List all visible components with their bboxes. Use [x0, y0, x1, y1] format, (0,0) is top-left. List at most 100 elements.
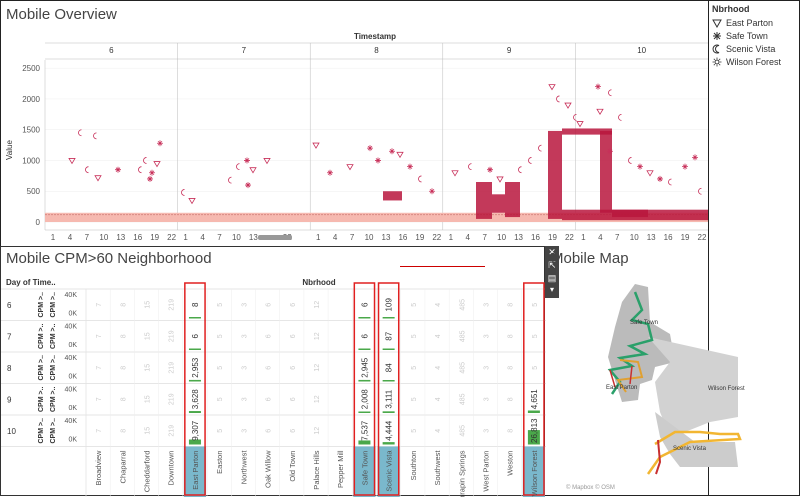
cpm-faint-label: 4 [435, 429, 442, 433]
nbrhood-column-label[interactable]: Wilson Forest [530, 450, 539, 497]
x-tick-label: 1 [581, 233, 586, 242]
nbrhood-column-label[interactable]: Pepper Mill [336, 450, 345, 488]
map-label-safe-town: Safe Town [630, 320, 658, 326]
point-east-parton [313, 143, 319, 148]
cpm-bar [383, 317, 395, 319]
nbrhood-column-label[interactable]: Scenic Vista [385, 450, 394, 492]
cpm-axis-label: CPM >.. [50, 386, 57, 412]
nbrhood-column-label[interactable]: Northwest [239, 450, 248, 485]
point-safe-town [375, 157, 381, 163]
map-label-scenic-vista: Scenic Vista [673, 446, 707, 452]
legend-label: East Parton [726, 18, 773, 28]
point-east-parton [154, 162, 160, 167]
nbrhood-column-label[interactable]: Downtown [167, 451, 176, 486]
asterisk-icon [712, 31, 722, 41]
cpm-faint-label: 6 [266, 397, 273, 401]
cpm-chart[interactable]: Day of Time.. Nbrhood 640K0KCPM >..CPM >… [1, 247, 546, 497]
cpm-faint-label: 4 [435, 397, 442, 401]
x-tick-label: 22 [432, 233, 441, 242]
y-tick-label: 500 [27, 187, 41, 196]
cpm-value-label: 6 [191, 333, 200, 338]
legend-item-wilson-forest[interactable]: Wilson Forest [708, 55, 800, 68]
cpm-faint-label: 8 [508, 303, 515, 307]
nbrhood-column-label[interactable]: Oak Willow [264, 450, 273, 488]
point-east-parton [452, 171, 458, 176]
nbrhood-column-label[interactable]: Safe Town [360, 451, 369, 486]
cpm-faint-label: 8 [120, 334, 127, 338]
x-tick-label: 4 [598, 233, 603, 242]
cpm-faint-label: 5 [532, 334, 539, 338]
point-east-parton [549, 85, 555, 90]
cpm-value-label: 6 [360, 302, 369, 307]
point-east-parton [597, 109, 603, 114]
nbrhood-column-label[interactable]: Terrapin Springs [457, 450, 466, 497]
nbrhood-column-label[interactable]: Old Town [288, 451, 297, 482]
x-tick-label: 13 [647, 233, 656, 242]
nbrhood-column-label[interactable]: Easton [215, 451, 224, 474]
nbrhood-column-label[interactable]: Weston [506, 451, 515, 476]
nbrhood-column-label[interactable]: Palace Hills [312, 450, 321, 489]
bars-icon[interactable]: ▤ [545, 272, 559, 285]
day-row-label: 6 [7, 301, 12, 310]
cpm-faint-label: 7 [96, 334, 103, 338]
cpm-faint-label: 219 [169, 393, 176, 405]
point-scenic-vista [94, 133, 97, 139]
nbrhood-column-label[interactable]: East Parton [191, 451, 200, 490]
dense-mark-cluster [600, 131, 612, 213]
point-safe-town [244, 157, 250, 163]
cpm-bar [189, 349, 201, 351]
point-scenic-vista [519, 167, 522, 173]
dense-mark-cluster [562, 210, 708, 220]
nbrhood-column-label[interactable]: Chaparral [118, 450, 127, 483]
nbrhood-column-label[interactable]: Broadview [94, 450, 103, 486]
x-tick-label: 13 [249, 233, 258, 242]
more-options-icon[interactable]: ▾ [547, 285, 557, 295]
nbrhood-column-label[interactable]: Southwest [433, 450, 442, 486]
x-tick-label: 4 [68, 233, 73, 242]
legend-item-safe-town[interactable]: Safe Town [708, 29, 800, 42]
cpm-bar [358, 412, 370, 414]
overview-chart[interactable]: Timestamp Value 05001000150020002500 678… [0, 0, 708, 246]
cpm-axis-label: CPM >.. [50, 292, 57, 318]
point-safe-town [245, 182, 251, 188]
neighborhood-map[interactable]: Safe Town East Parton Wilson Forest Scen… [560, 262, 800, 497]
cpm-faint-label: 4 [435, 303, 442, 307]
cpm-faint-label: 6 [290, 303, 297, 307]
horizontal-scrollbar[interactable] [258, 235, 292, 240]
nbrhood-column-label[interactable]: Southton [409, 451, 418, 481]
y-tick-label: 2000 [22, 95, 40, 104]
cpm-neighborhood-panel: Mobile CPM>60 Neighborhood Day of Time..… [0, 246, 545, 496]
x-tick-label: 16 [133, 233, 142, 242]
point-scenic-vista [539, 145, 542, 151]
cpm-y-tick: 40K [65, 292, 78, 299]
cpm-faint-label: 8 [508, 429, 515, 433]
legend-title: Nbrhood [708, 0, 800, 16]
timestamp-header: Timestamp [354, 32, 396, 41]
x-tick-label: 22 [698, 233, 707, 242]
cpm-faint-label: 12 [314, 427, 321, 435]
legend-item-east-parton[interactable]: East Parton [708, 16, 800, 29]
point-scenic-vista [182, 189, 185, 195]
nbrhood-column-label[interactable]: West Parton [481, 451, 490, 492]
legend-item-scenic-vista[interactable]: Scenic Vista [708, 42, 800, 55]
point-safe-town [367, 145, 373, 151]
nbrhood-column-header: Nbrhood [302, 278, 335, 287]
sun-icon [712, 57, 722, 67]
point-scenic-vista [619, 114, 622, 120]
cpm-value-label: 2,953 [191, 357, 200, 378]
cpm-faint-label: 5 [411, 397, 418, 401]
cpm-faint-label: 3 [483, 429, 490, 433]
cpm-faint-label: 8 [508, 334, 515, 338]
map-route-red-south [656, 440, 660, 474]
cpm-bar [189, 317, 201, 319]
cpm-axis-label: CPM >.. [38, 386, 45, 412]
cpm-y-tick: 0K [68, 311, 77, 318]
y-tick-label: 1500 [22, 126, 40, 135]
nbrhood-column-label[interactable]: Cheddarford [143, 451, 152, 493]
point-safe-town [682, 164, 688, 170]
cpm-faint-label: 7 [96, 397, 103, 401]
point-east-parton [69, 158, 75, 163]
cpm-faint-label: 7 [96, 366, 103, 370]
cpm-y-tick: 0K [68, 437, 77, 444]
x-tick-label: 7 [615, 233, 620, 242]
